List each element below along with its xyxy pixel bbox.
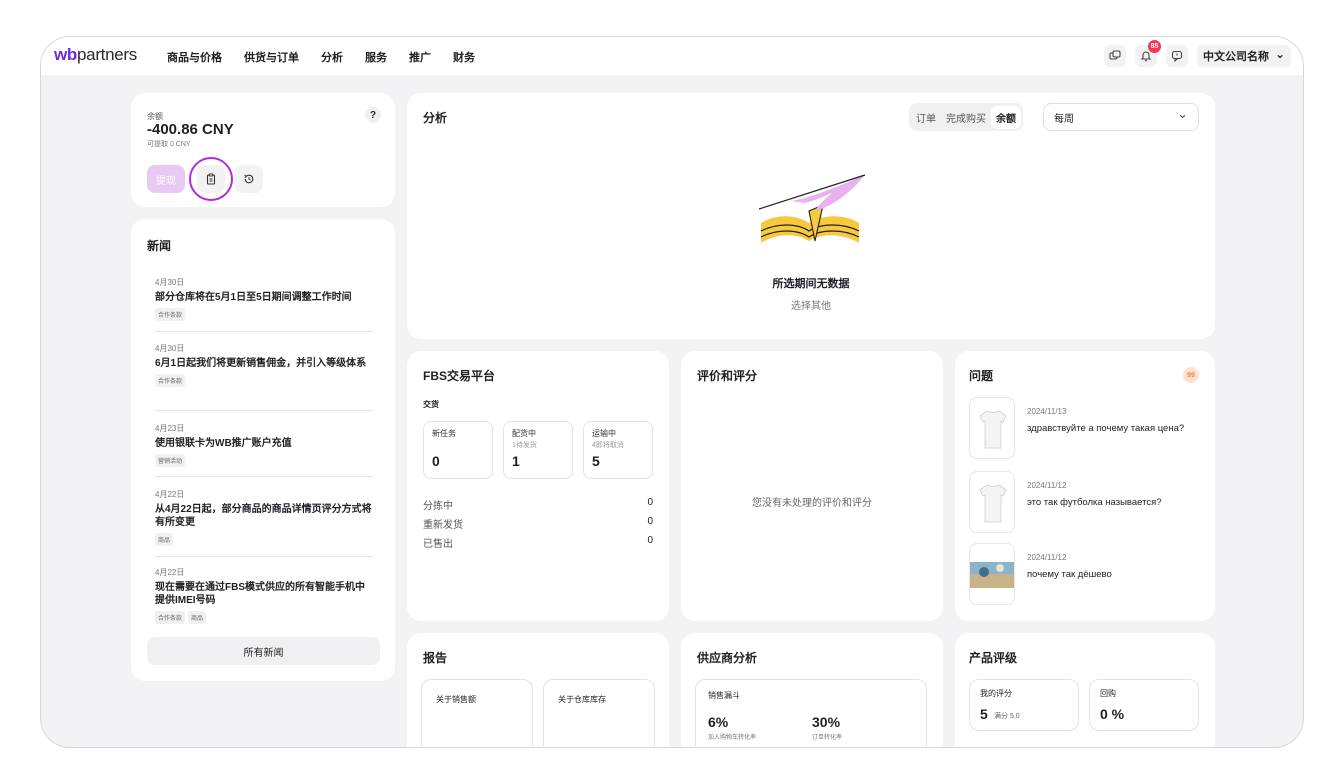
nav-item-analytics[interactable]: 分析 [321, 49, 343, 65]
chevron-down-icon: ⌄ [1177, 106, 1188, 121]
withdraw-button[interactable]: 提现 [147, 165, 185, 193]
fbs-row[interactable]: 已售出 0 [423, 535, 653, 550]
questions-card: 问题 99 2024/11/13 здравствуйте а почему т… [955, 351, 1215, 621]
tab-purchases[interactable]: 完成购买 [941, 106, 991, 129]
product-thumbnail [969, 397, 1015, 459]
news-card: 新闻 4月30日 部分仓库将在5月1日至5日期间调整工作时间 合作条款 4月30… [131, 219, 395, 681]
report-sales[interactable]: 关于销售额 [421, 679, 533, 747]
product-rating-card: 产品评级 我的评分 5 满分 5.0 回购 0 % [955, 633, 1215, 747]
reports-card: 报告 关于销售额 关于仓库库存 [407, 633, 669, 747]
news-item[interactable]: 4月22日 现在需要在通过FBS模式供应的所有智能手机中提供IMEI号码 合作条… [155, 567, 373, 624]
question-item[interactable]: 2024/11/12 это так футболка называется? [969, 471, 1199, 533]
question-item[interactable]: 2024/11/12 почему так дёшево [969, 543, 1199, 605]
sales-funnel[interactable]: 销售漏斗 6% 加入购物车转化率 30% 订单转化率 [695, 679, 927, 747]
fbs-assembling[interactable]: 配货中 1待发货 1 [503, 421, 573, 479]
fbs-title: FBS交易平台 [423, 369, 496, 383]
empty-state-title: 所选期间无数据 [772, 278, 850, 290]
nav-item-orders[interactable]: 供货与订单 [244, 49, 299, 65]
reviews-title: 评价和评分 [697, 369, 758, 383]
news-tag: 商品 [155, 533, 174, 546]
analytics-card: 分析 订单 完成购买 余额 每周 ⌄ 所选期间无数据 选择其他 [407, 93, 1215, 339]
balance-card: 余额 -400.86 CNY 可提取 0 CNY ? 提现 [131, 93, 395, 207]
report-stock[interactable]: 关于仓库库存 [543, 679, 655, 747]
main-nav: 商品与价格 供货与订单 分析 服务 推广 财务 [167, 49, 475, 65]
balance-value: -400.86 CNY [147, 121, 234, 138]
feedback-icon[interactable] [1166, 45, 1188, 67]
news-tag: 合作条款 [155, 611, 186, 624]
company-name: 中文公司名称 [1203, 51, 1269, 63]
empty-state-link[interactable]: 选择其他 [407, 297, 1215, 312]
analytics-title: 分析 [423, 111, 448, 125]
help-icon[interactable]: ? [365, 107, 381, 123]
chevron-down-icon: ⌄ [1275, 47, 1286, 61]
tab-orders[interactable]: 订单 [911, 106, 941, 129]
notification-badge: 85 [1148, 40, 1161, 53]
clipboard-icon[interactable] [197, 165, 225, 193]
my-score-box[interactable]: 我的评分 5 满分 5.0 [969, 679, 1079, 731]
divider [155, 331, 373, 332]
balance-available: 可提取 0 CNY [147, 141, 191, 148]
news-tag: 合作条款 [155, 308, 186, 321]
divider [155, 476, 373, 477]
analytics-tabs: 订单 完成购买 余额 [909, 103, 1023, 131]
repurchase-box[interactable]: 回购 0 % [1089, 679, 1199, 731]
questions-title: 问题 [969, 369, 994, 383]
news-item[interactable]: 4月22日 从4月22日起，部分商品的商品详情页评分方式将有所变更 商品 [155, 489, 373, 546]
period-select[interactable]: 每周 ⌄ [1043, 103, 1199, 131]
question-item[interactable]: 2024/11/13 здравствуйте а почему такая ц… [969, 397, 1199, 459]
nav-item-finance[interactable]: 财务 [453, 49, 475, 65]
fbs-row[interactable]: 重新发货 0 [423, 516, 653, 531]
history-icon[interactable] [235, 165, 263, 193]
news-tag: 商品 [188, 611, 207, 624]
logo[interactable]: wbpartners [54, 45, 137, 65]
nav-item-services[interactable]: 服务 [365, 49, 387, 65]
divider [155, 556, 373, 557]
book-illustration [758, 174, 866, 243]
news-tag: 合作条款 [155, 374, 186, 387]
product-thumbnail [969, 543, 1015, 605]
app-window: wbpartners 商品与价格 供货与订单 分析 服务 推广 财务 85 中文… [40, 36, 1304, 748]
supplier-title: 供应商分析 [697, 651, 758, 665]
news-tag: 营销活动 [155, 454, 186, 467]
company-selector[interactable]: 中文公司名称 ⌄ [1197, 45, 1292, 67]
rating-title: 产品评级 [969, 651, 1018, 665]
nav-item-products[interactable]: 商品与价格 [167, 49, 222, 65]
reviews-card: 评价和评分 您没有未处理的评价和评分 [681, 351, 943, 621]
news-item[interactable]: 4月30日 部分仓库将在5月1日至5日期间调整工作时间 合作条款 [155, 277, 373, 321]
reports-title: 报告 [423, 651, 448, 665]
fbs-card: FBS交易平台 交货 新任务 0 配货中 1待发货 1 运输中 4即将取消 5 … [407, 351, 669, 621]
fbs-new-tasks[interactable]: 新任务 0 [423, 421, 493, 479]
news-title: 新闻 [147, 239, 172, 253]
reviews-empty-text: 您没有未处理的评价和评分 [752, 498, 872, 509]
period-value: 每周 [1054, 113, 1074, 125]
news-item[interactable]: 4月23日 使用银联卡为WB推广账户充值 营销活动 [155, 423, 373, 467]
fbs-subtitle: 交货 [423, 400, 439, 409]
divider [155, 410, 373, 411]
nav-item-promotion[interactable]: 推广 [409, 49, 431, 65]
all-news-button[interactable]: 所有新闻 [147, 637, 380, 665]
supplier-analytics-card: 供应商分析 销售漏斗 6% 加入购物车转化率 30% 订单转化率 [681, 633, 943, 747]
news-item[interactable]: 4月30日 6月1日起我们将更新销售佣金，并引入等级体系 合作条款 [155, 343, 373, 387]
product-thumbnail [969, 471, 1015, 533]
fbs-in-transit[interactable]: 运输中 4即将取消 5 [583, 421, 653, 479]
chat-icon[interactable] [1104, 45, 1126, 67]
questions-count-badge: 99 [1183, 367, 1199, 383]
top-bar: wbpartners 商品与价格 供货与订单 分析 服务 推广 财务 85 中文… [41, 37, 1303, 75]
fbs-row[interactable]: 分拣中 0 [423, 497, 653, 512]
tab-balance[interactable]: 余额 [991, 105, 1021, 129]
